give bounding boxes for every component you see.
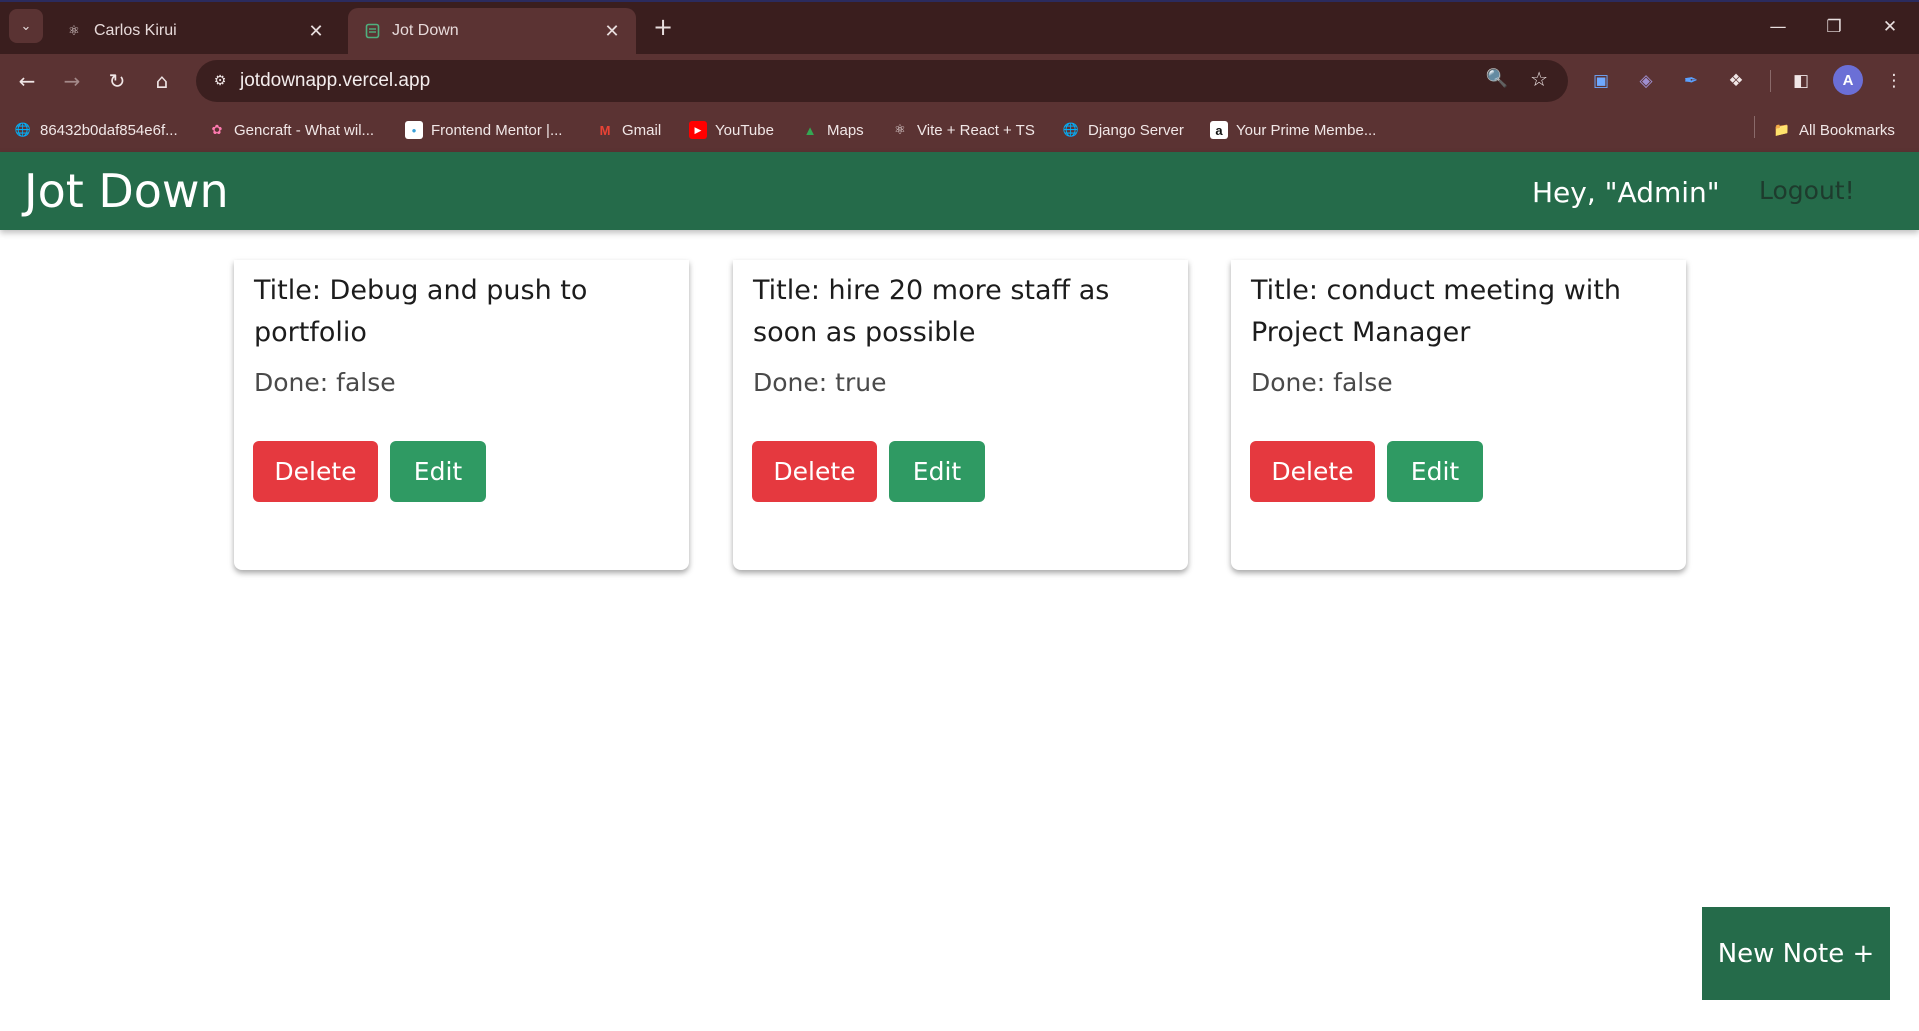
browser-tab-strip: ⌄ ⚛ Carlos Kirui ✕ Jot Down ✕ + — ❐ ✕	[0, 0, 1919, 54]
bookmark-label: 86432b0daf854e6f...	[40, 121, 178, 139]
user-greeting: Hey, "Admin"	[1532, 176, 1720, 209]
bookmark-label: Gencraft - What wil...	[234, 121, 375, 139]
all-bookmarks-button[interactable]: 📁 All Bookmarks	[1773, 119, 1895, 141]
note-status: Done: true	[753, 368, 887, 397]
bookmark-label: Maps	[827, 121, 864, 139]
browser-tab-jot-down[interactable]: Jot Down ✕	[348, 8, 636, 54]
bookmark-label: YouTube	[715, 121, 774, 139]
zoom-icon[interactable]: 🔍	[1486, 68, 1508, 89]
restore-icon[interactable]: ❐	[1806, 10, 1862, 44]
youtube-icon: ▶	[689, 121, 707, 139]
tab-title: Carlos Kirui	[94, 22, 177, 39]
react-icon: ⚛	[68, 23, 80, 38]
forward-icon[interactable]: →	[57, 66, 87, 96]
octopus-icon: ✿	[211, 122, 223, 137]
toolbar-divider	[1770, 70, 1771, 92]
back-icon[interactable]: ←	[12, 66, 42, 96]
close-icon[interactable]: ✕	[602, 21, 622, 42]
amazon-icon: a	[1210, 121, 1228, 139]
bookmark-item[interactable]: ⚛ Vite + React + TS	[891, 119, 1035, 141]
bookmarks-bar: 🌐 86432b0daf854e6f... ✿ Gencraft - What …	[0, 108, 1919, 152]
home-icon[interactable]: ⌂	[147, 66, 177, 96]
close-window-icon[interactable]: ✕	[1862, 10, 1918, 44]
globe-icon: 🌐	[14, 122, 32, 137]
note-title: Title: conduct meeting with Project Mana…	[1251, 275, 1622, 348]
profile-avatar[interactable]: A	[1833, 65, 1863, 95]
maps-icon: ▲	[803, 122, 817, 138]
bookmark-item[interactable]: ▶ YouTube	[689, 119, 774, 141]
note-title: Title: hire 20 more staff as soon as pos…	[753, 275, 1110, 348]
note-status: Done: false	[254, 368, 396, 397]
edit-button[interactable]: Edit	[889, 441, 985, 502]
frontend-mentor-icon: •	[405, 121, 423, 139]
bookmark-item[interactable]: 🌐 86432b0daf854e6f...	[14, 119, 178, 141]
delete-button[interactable]: Delete	[253, 441, 378, 502]
bookmark-label: Django Server	[1088, 121, 1184, 139]
side-panel-icon[interactable]: ◧	[1787, 67, 1815, 95]
bookmark-label: Frontend Mentor |...	[431, 121, 563, 139]
notepad-icon	[364, 23, 380, 39]
delete-button[interactable]: Delete	[752, 441, 877, 502]
bookmark-item[interactable]: M Gmail	[596, 119, 662, 141]
address-bar[interactable]: ⚙ jotdownapp.vercel.app 🔍 ☆	[196, 60, 1568, 102]
note-card: Title: Debug and push to portfolio Done:…	[234, 260, 689, 570]
close-icon[interactable]: ✕	[306, 21, 326, 42]
bookmark-item[interactable]: a Your Prime Membe...	[1210, 119, 1376, 141]
react-icon: ⚛	[894, 122, 906, 137]
bookmark-item[interactable]: ▲ Maps	[801, 119, 864, 141]
all-bookmarks-label: All Bookmarks	[1799, 121, 1895, 139]
bookmark-label: Gmail	[622, 121, 662, 139]
edit-button[interactable]: Edit	[1387, 441, 1483, 502]
tab-search-chevron-icon[interactable]: ⌄	[9, 9, 43, 43]
note-title: Title: Debug and push to portfolio	[254, 275, 588, 348]
extensions-puzzle-icon[interactable]: ❖	[1722, 67, 1750, 95]
more-menu-icon[interactable]: ⋮	[1880, 67, 1908, 95]
edit-button[interactable]: Edit	[390, 441, 486, 502]
folder-icon: 📁	[1773, 122, 1791, 137]
app-header: Jot Down Hey, "Admin" Logout!	[0, 152, 1919, 230]
bookmark-item[interactable]: • Frontend Mentor |...	[405, 119, 562, 141]
note-status: Done: false	[1251, 368, 1393, 397]
reload-icon[interactable]: ↻	[102, 66, 132, 96]
translate-icon[interactable]: ▣	[1587, 67, 1615, 95]
delete-button[interactable]: Delete	[1250, 441, 1375, 502]
logout-link[interactable]: Logout!	[1759, 176, 1855, 205]
bookmark-label: Vite + React + TS	[917, 121, 1035, 139]
url-text[interactable]: jotdownapp.vercel.app	[240, 70, 430, 92]
browser-tab-carlos-kirui[interactable]: ⚛ Carlos Kirui ✕	[50, 8, 340, 54]
site-info-icon[interactable]: ⚙	[206, 67, 234, 95]
new-note-button[interactable]: New Note +	[1702, 907, 1890, 1000]
note-card: Title: conduct meeting with Project Mana…	[1231, 260, 1686, 570]
extension-cat-icon[interactable]: ◈	[1632, 67, 1660, 95]
minimize-icon[interactable]: —	[1750, 10, 1806, 44]
tab-title: Jot Down	[392, 22, 459, 39]
bookmark-item[interactable]: ✿ Gencraft - What wil...	[208, 119, 375, 141]
browser-toolbar: ← → ↻ ⌂ ⚙ jotdownapp.vercel.app 🔍 ☆ ▣ ◈ …	[0, 54, 1919, 108]
note-card: Title: hire 20 more staff as soon as pos…	[733, 260, 1188, 570]
bookmark-item[interactable]: 🌐 Django Server	[1062, 119, 1184, 141]
app-brand[interactable]: Jot Down	[24, 166, 229, 216]
bookmarks-divider	[1754, 116, 1755, 138]
bookmark-label: Your Prime Membe...	[1236, 121, 1377, 139]
bookmark-star-icon[interactable]: ☆	[1530, 67, 1548, 91]
pen-extension-icon[interactable]: ✒	[1677, 67, 1705, 95]
gmail-icon: M	[599, 122, 611, 138]
new-tab-icon[interactable]: +	[650, 12, 676, 42]
globe-icon: 🌐	[1062, 122, 1080, 137]
